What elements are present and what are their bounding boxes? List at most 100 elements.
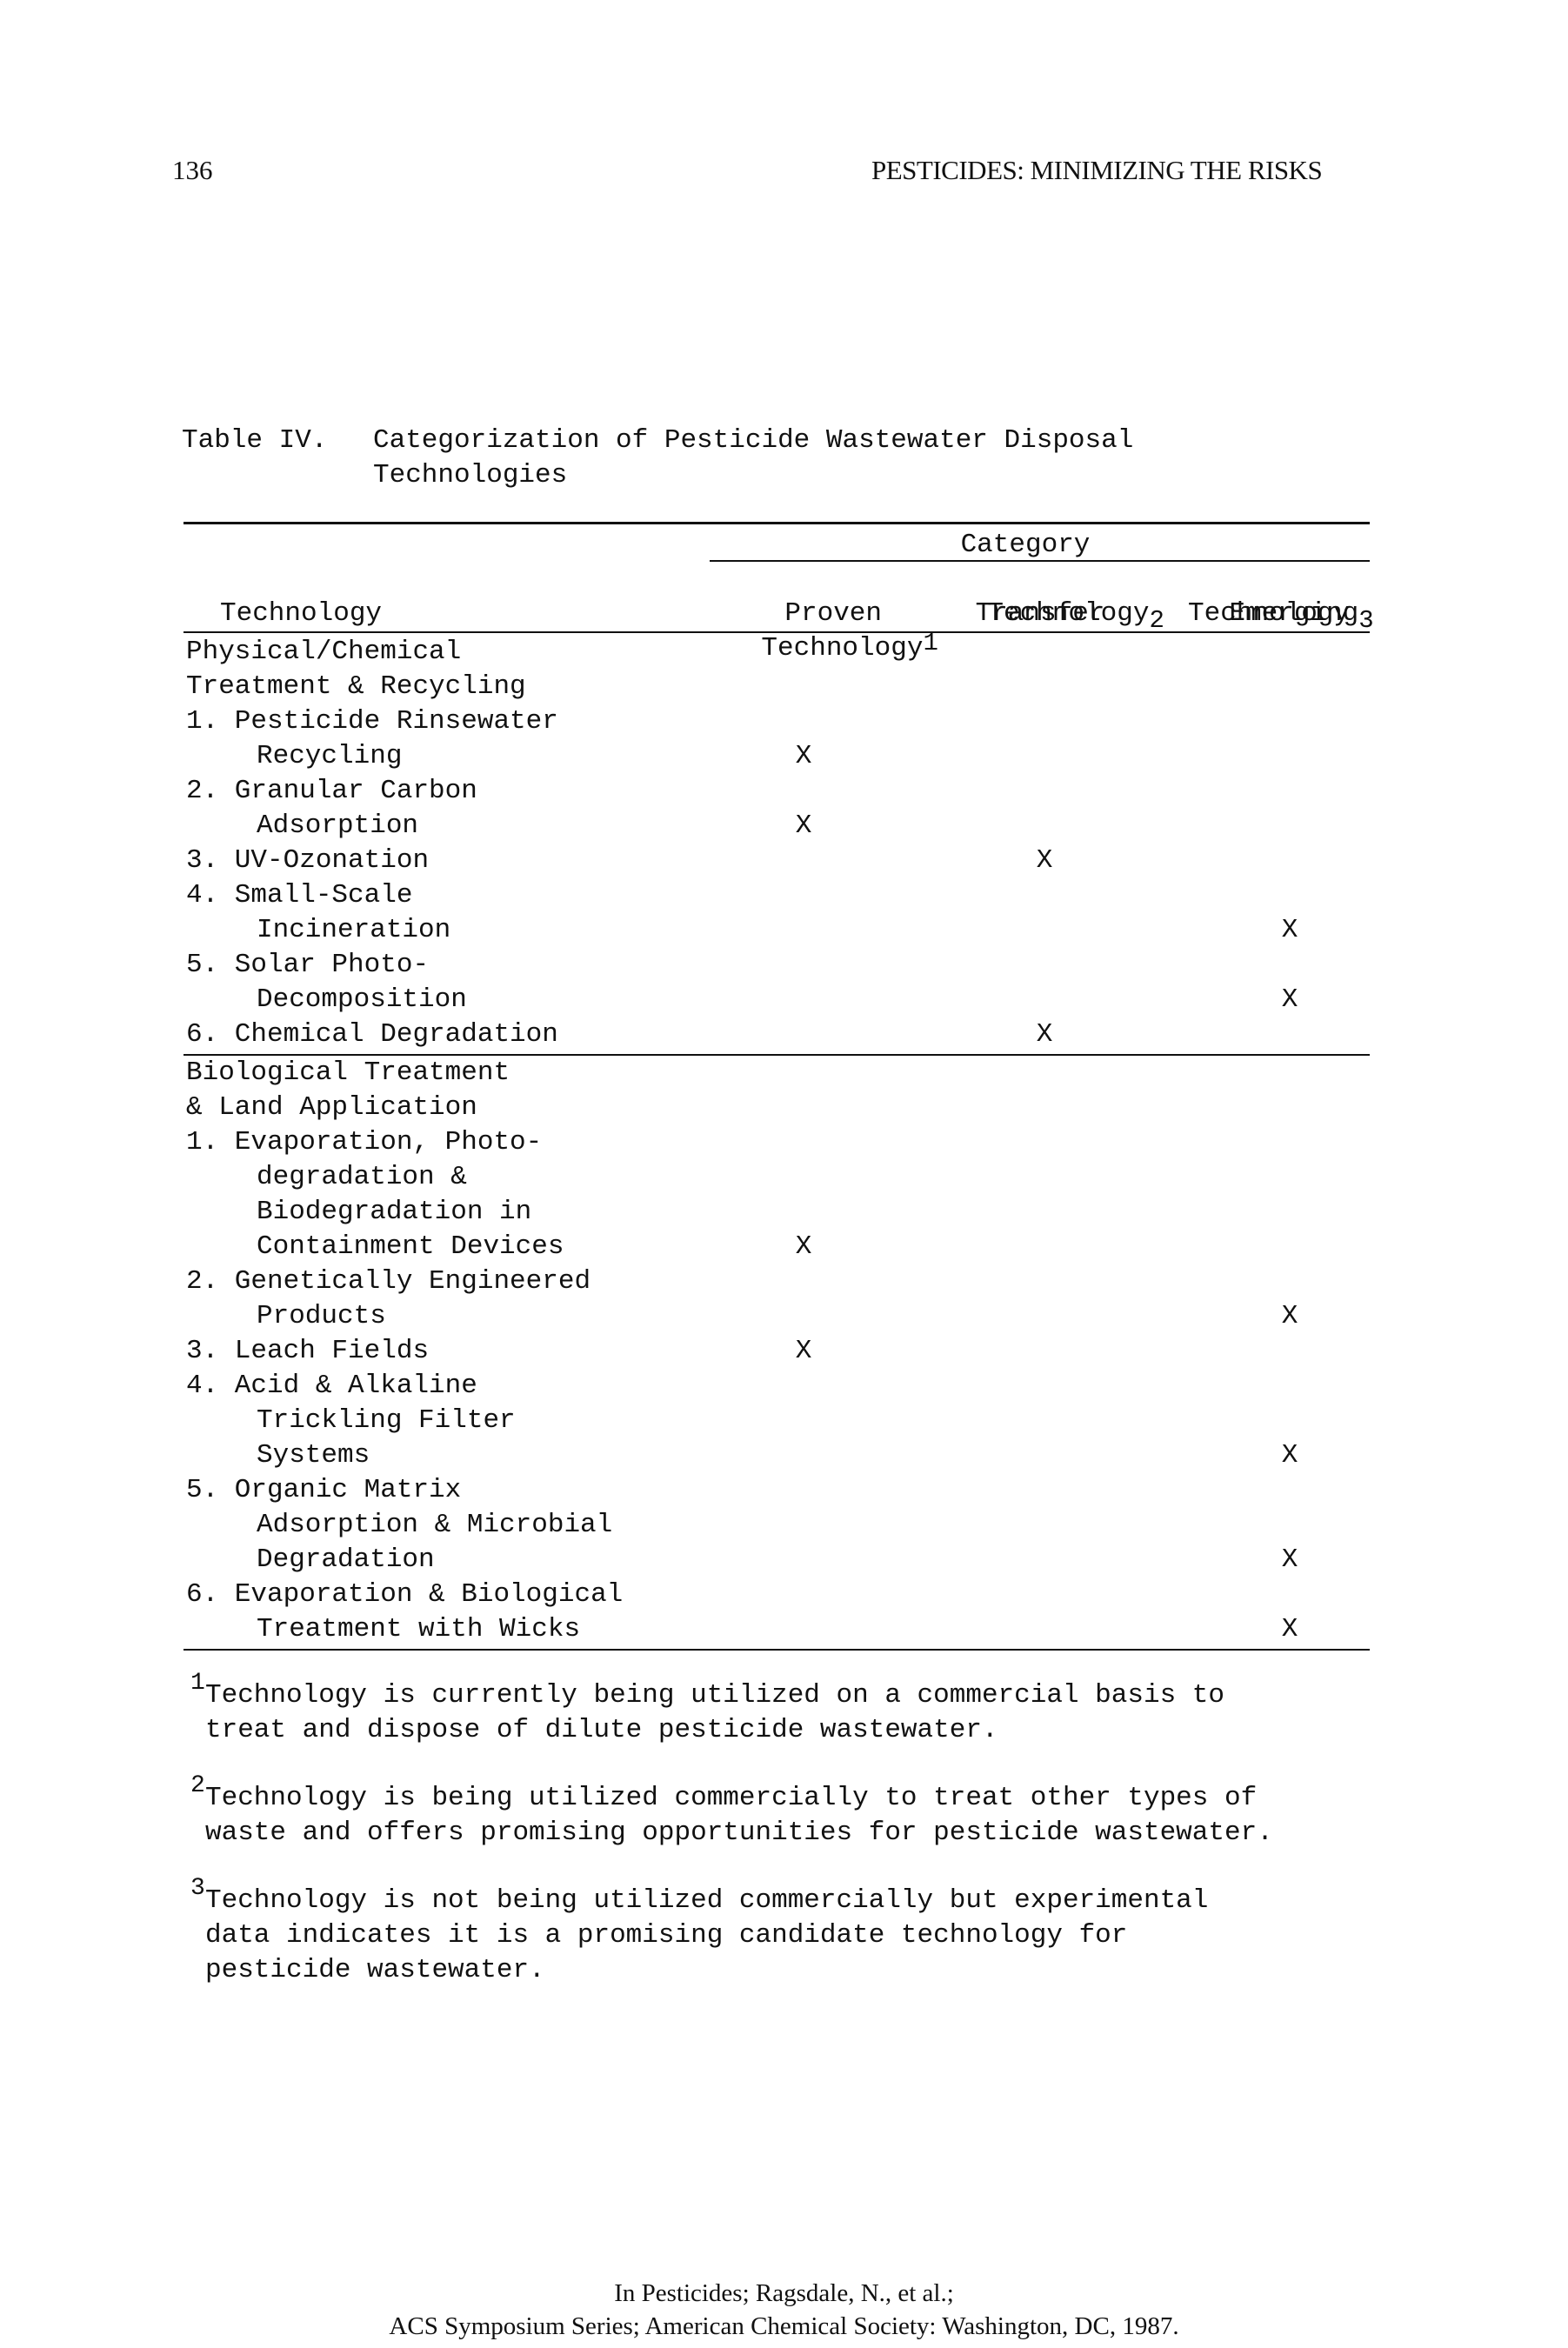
table-row: Treatment with Wicks X: [183, 1612, 1370, 1647]
table-caption: Table IV. Categorization of Pesticide Was…: [182, 424, 1133, 493]
table-row: Biodegradation in: [183, 1195, 1370, 1230]
citation-line2: ACS Symposium Series; American Chemical …: [389, 2312, 1179, 2340]
header-bottom-rule: [183, 631, 1370, 633]
footnote-number: 1: [190, 1670, 205, 1697]
footnote-text: Technology is not being utilized commerc…: [205, 1885, 1209, 1916]
technology-header: Technology: [220, 598, 383, 629]
category-mark: X: [1281, 984, 1298, 1015]
technology-name: Adsorption & Microbial: [257, 1510, 613, 1540]
technology-name: Adsorption: [257, 810, 419, 841]
technology-name: Treatment with Wicks: [257, 1614, 581, 1644]
section-heading-text: & Land Application: [186, 1092, 477, 1123]
footnote-text: pesticide wastewater.: [205, 1955, 545, 1985]
footnote-text: data indicates it is a promising candida…: [205, 1920, 1128, 1951]
table-row: 4. Small-Scale: [183, 878, 1370, 913]
technology-name: Decomposition: [257, 984, 467, 1015]
technology-name: Containment Devices: [257, 1231, 564, 1262]
technology-name: Degradation: [257, 1544, 435, 1575]
footnote-text: treat and dispose of dilute pesticide wa…: [205, 1715, 998, 1745]
technology-name: 3. Leach Fields: [186, 1336, 430, 1366]
table-row: 2. Granular Carbon: [183, 774, 1370, 809]
technology-name: 5. Organic Matrix: [186, 1475, 462, 1505]
technology-name: 2. Granular Carbon: [186, 776, 477, 806]
technology-name: 6. Chemical Degradation: [186, 1019, 558, 1050]
technology-name: 1. Evaporation, Photo-: [186, 1127, 543, 1157]
table-top-rule: [183, 522, 1370, 524]
page-number: 136: [172, 155, 213, 185]
table-row: Systems X: [183, 1438, 1370, 1473]
citation-line1: In Pesticides; Ragsdale, N., et al.;: [614, 2279, 954, 2307]
technology-name: 6. Evaporation & Biological: [186, 1579, 624, 1610]
table-row: Recycling X: [183, 739, 1370, 774]
technology-name: Recycling: [257, 741, 403, 771]
category-mark: X: [1036, 1019, 1053, 1050]
technology-name: Systems: [257, 1440, 370, 1471]
table-title-line2: Technologies: [373, 460, 568, 490]
technology-name: Biodegradation in: [257, 1197, 532, 1227]
technology-name: 3. UV-Ozonation: [186, 845, 430, 876]
section-heading-text: Physical/Chemical: [186, 637, 462, 667]
category-mark: X: [795, 741, 812, 771]
table-row: Products X: [183, 1299, 1370, 1334]
technology-name: 4. Small-Scale: [186, 880, 413, 911]
table-row: 6. Chemical Degradation X: [183, 1017, 1370, 1052]
technology-name: Incineration: [257, 915, 451, 945]
table-row: Adsorption X: [183, 809, 1370, 844]
table-row: 1. Pesticide Rinsewater: [183, 704, 1370, 739]
category-header: Category: [960, 530, 1091, 560]
footnote: 2 Technology is being utilized commercial…: [190, 1772, 1425, 1851]
table-row: Containment Devices X: [183, 1230, 1370, 1264]
table-row: 6. Evaporation & Biological: [183, 1578, 1370, 1612]
technology-name: Trickling Filter: [257, 1405, 516, 1436]
category-mark: X: [795, 1231, 812, 1262]
footnote-text: Technology is currently being utilized o…: [205, 1680, 1224, 1711]
category-mark: X: [1281, 1301, 1298, 1331]
technology-name: degradation &: [257, 1162, 467, 1192]
table-row: degradation &: [183, 1160, 1370, 1195]
section-heading: Biological Treatment: [183, 1056, 1370, 1091]
footnote-number: 3: [190, 1875, 205, 1902]
table-row: 5. Solar Photo-: [183, 948, 1370, 983]
category-mark: X: [1281, 1440, 1298, 1471]
table-row: 5. Organic Matrix: [183, 1473, 1370, 1508]
technology-name: 2. Genetically Engineered: [186, 1266, 591, 1297]
table-row: Decomposition X: [183, 983, 1370, 1017]
technology-name: 4. Acid & Alkaline: [186, 1371, 477, 1401]
section-heading: Physical/Chemical: [183, 635, 1370, 670]
running-title: PESTICIDES: MINIMIZING THE RISKS: [871, 155, 1323, 185]
table-row: 2. Genetically Engineered: [183, 1264, 1370, 1299]
technology-name: 1. Pesticide Rinsewater: [186, 706, 558, 737]
section-heading-text: Biological Treatment: [186, 1057, 510, 1088]
footnote-number: 2: [190, 1772, 205, 1799]
section-heading-text: Treatment & Recycling: [186, 671, 526, 702]
table-bottom-rule: [183, 1649, 1370, 1651]
citation: In Pesticides; Ragsdale, N., et al.; ACS…: [0, 2277, 1568, 2343]
table-row: 4. Acid & Alkaline: [183, 1369, 1370, 1404]
table-row: Adsorption & Microbial: [183, 1508, 1370, 1543]
section-heading: Treatment & Recycling: [183, 670, 1370, 704]
col-header-transfer-line2: Transfer: [975, 598, 1105, 629]
footnote-text: Technology is being utilized commerciall…: [205, 1783, 1258, 1813]
table-title-line1: Categorization of Pesticide Wastewater D…: [373, 425, 1134, 456]
table-row: Degradation X: [183, 1543, 1370, 1578]
section-heading: & Land Application: [183, 1091, 1370, 1125]
category-mark: X: [795, 810, 812, 841]
table-row: Incineration X: [183, 913, 1370, 948]
category-mark: X: [1281, 1614, 1298, 1644]
category-mark: X: [795, 1336, 812, 1366]
footnotes: 1 Technology is currently being utilized …: [190, 1670, 1425, 2021]
footnote-text: waste and offers promising opportunities…: [205, 1818, 1273, 1848]
table-row: 3. UV-Ozonation X: [183, 844, 1370, 878]
category-mark: X: [1281, 1544, 1298, 1575]
table-row: 3. Leach Fields X: [183, 1334, 1370, 1369]
technology-name: Products: [257, 1301, 386, 1331]
table-row: Trickling Filter: [183, 1404, 1370, 1438]
footnote: 1 Technology is currently being utilized …: [190, 1670, 1425, 1748]
category-mark: X: [1281, 915, 1298, 945]
category-mark: X: [1036, 845, 1053, 876]
col-header-emerging-line2: Technology: [1187, 598, 1351, 629]
table-row: 1. Evaporation, Photo-: [183, 1125, 1370, 1160]
footnote: 3 Technology is not being utilized commer…: [190, 1875, 1425, 1988]
table-label: Table IV.: [182, 425, 328, 456]
technology-name: 5. Solar Photo-: [186, 950, 430, 980]
